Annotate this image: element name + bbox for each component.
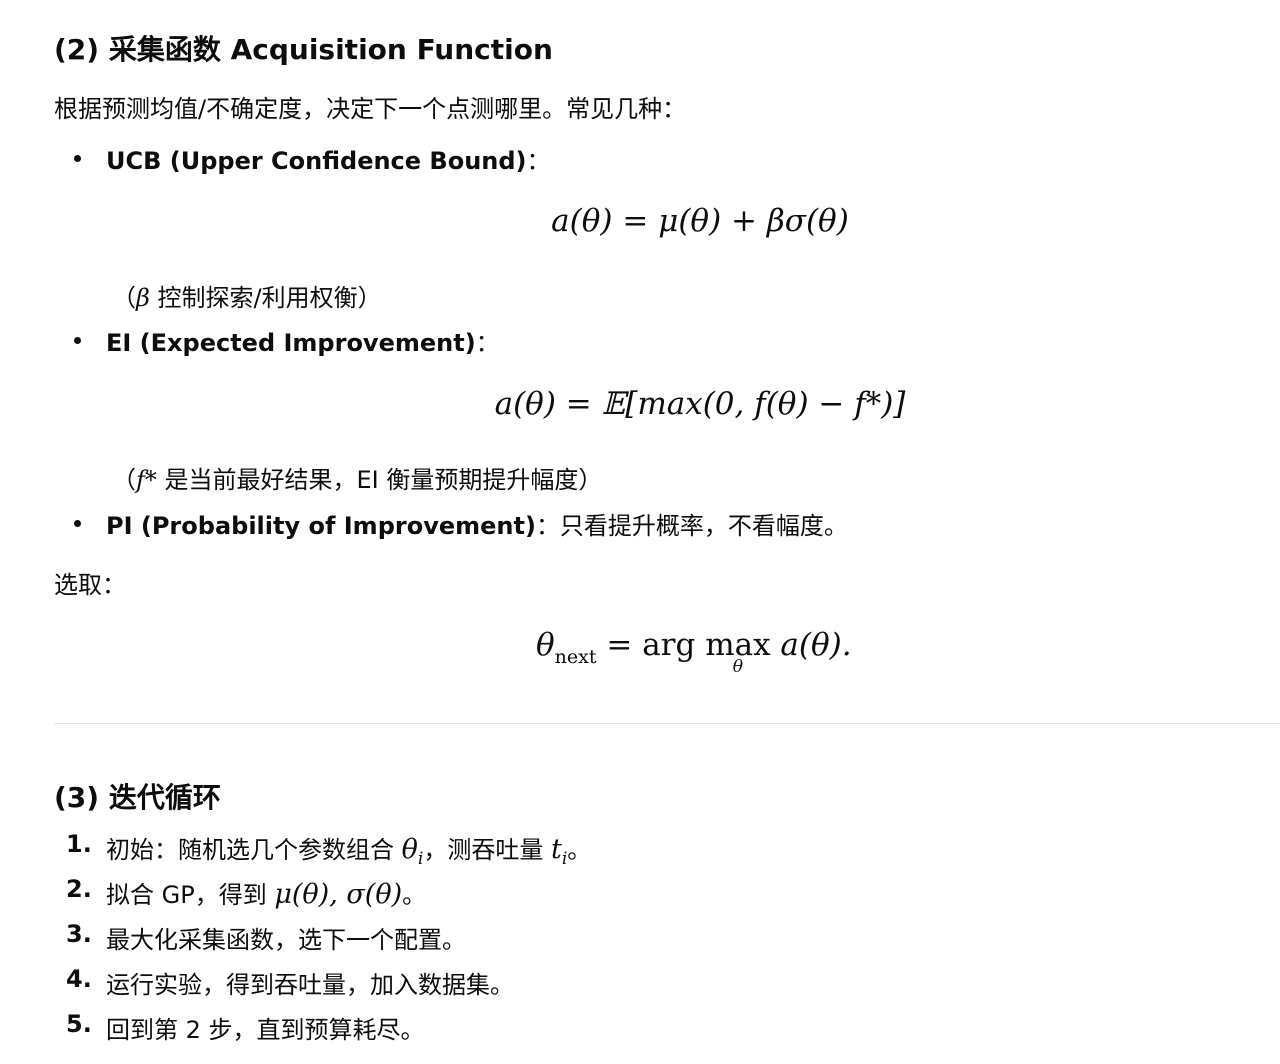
section-heading-acquisition: (2) 采集函数 Acquisition Function — [54, 33, 553, 66]
ei-formula: a(θ) = 𝔼[max(0, f(θ) − f*)] — [494, 386, 906, 422]
pi-item: PI (Probability of Improvement)：只看提升概率，不… — [106, 506, 848, 541]
step-number: 5. — [66, 1010, 92, 1038]
ei-item: EI (Expected Improvement)： — [106, 323, 500, 358]
select-formula: θnext = arg max θ a(θ). — [536, 627, 852, 677]
step-item: 回到第 2 步，直到预算耗尽。 — [106, 1016, 425, 1044]
bullet-dot — [74, 520, 81, 527]
ucb-note: （β 控制探索/利用权衡） — [112, 284, 382, 312]
ucb-item: UCB (Upper Confidence Bound)： — [106, 141, 551, 176]
step-number: 3. — [66, 920, 92, 948]
ei-label: EI (Expected Improvement) — [106, 329, 476, 357]
step-item: 最大化采集函数，选下一个配置。 — [106, 926, 466, 954]
ucb-colon: ： — [526, 147, 551, 175]
bullet-dot — [74, 337, 81, 344]
pi-text: ：只看提升概率，不看幅度。 — [535, 512, 848, 540]
step-item: 拟合 GP，得到 μ(θ), σ(θ)。 — [106, 879, 427, 910]
step-number: 4. — [66, 965, 92, 993]
ei-colon: ： — [475, 329, 500, 357]
select-label: 选取： — [54, 571, 126, 599]
section-heading-iteration: (3) 迭代循环 — [54, 781, 221, 814]
step-item: 初始：随机选几个参数组合 θi，测吞吐量 ti。 — [106, 834, 592, 869]
intro-paragraph: 根据预测均值/不确定度，决定下一个点测哪里。常见几种： — [54, 95, 687, 123]
pi-label: PI (Probability of Improvement) — [106, 512, 536, 540]
section-divider — [54, 723, 1280, 724]
bullet-dot — [74, 155, 81, 162]
step-item: 运行实验，得到吞吐量，加入数据集。 — [106, 971, 514, 999]
ucb-label: UCB (Upper Confidence Bound) — [106, 147, 527, 175]
ucb-formula: a(θ) = μ(θ) + βσ(θ) — [551, 203, 849, 239]
ei-note: （f* 是当前最好结果，EI 衡量预期提升幅度） — [112, 466, 603, 494]
step-number: 2. — [66, 875, 92, 903]
step-number: 1. — [66, 830, 92, 858]
